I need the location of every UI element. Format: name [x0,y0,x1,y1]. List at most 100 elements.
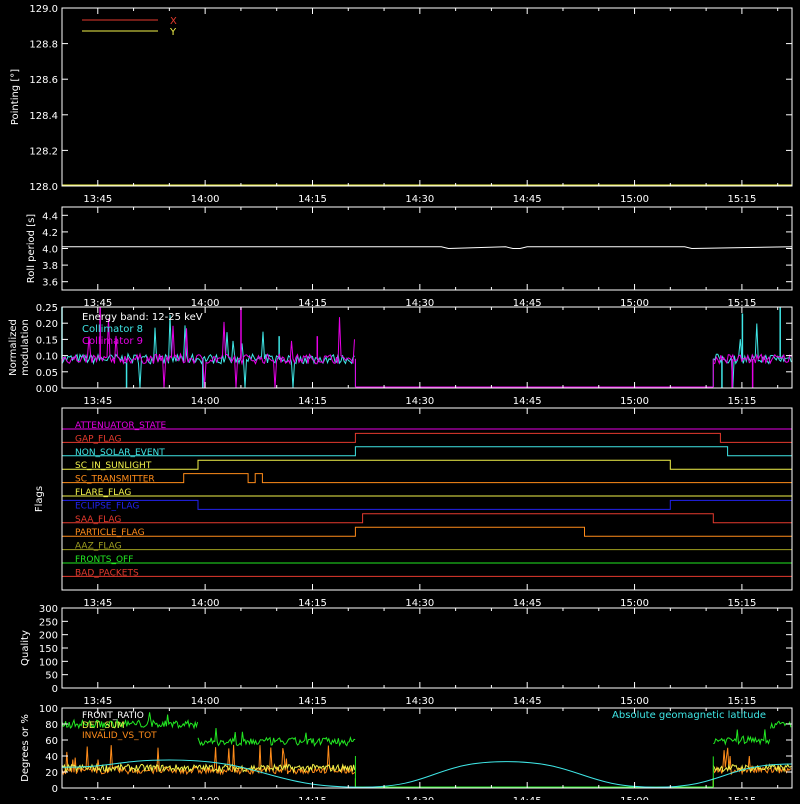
chart-svg: 13:45 14:00 14:15 14:30 14:45 15:00 15:15 128.0… [0,0,800,804]
chart-figure: 13:45 14:00 14:15 14:30 14:45 15:00 15:15 128.0… [0,0,800,804]
x-tick-label-modulation: 14:45 [513,396,542,407]
x-tick-label-flags: 14:45 [513,598,542,609]
y-tick-label-pointing: 128.8 [29,40,58,51]
y-tick-label-pointing: 128.6 [29,75,58,86]
y-axis-label-modulation-1: Normalized [8,319,19,376]
x-tick-label-ratios: 13:45 [83,796,112,800]
x-tick-label-roll_period: 15:00 [620,298,649,309]
legend-label-collimator-8: Collimator 8 [82,324,143,335]
y-tick-label-pointing: 128.2 [29,146,58,157]
x-tick-label-pointing: 13:45 [83,194,112,205]
y-tick-label-roll_period: 3.8 [42,261,58,272]
y-tick-label-ratios: 40 [45,752,58,763]
x-tick-label-pointing: 14:00 [191,194,220,205]
y-tick-label-modulation: 0.10 [36,352,58,363]
flag-label-saa-flag: SAA_FLAG [75,515,121,525]
x-tick-label-modulation: 14:15 [298,396,327,407]
y-tick-label-modulation: 0.05 [36,368,58,379]
flag-label-bad-packets: BAD_PACKETS [75,568,139,578]
y-axis-label-modulation-2: modulation [20,319,31,376]
legend-label-front-ratio: FRONT_RATIO [82,711,144,721]
legend-label-geomagnetic-latitude: Absolute geomagnetic latitude [612,710,766,721]
y-tick-label-ratios: 60 [45,736,58,747]
flag-label-eclipse-flag: ECLIPSE_FLAG [75,501,139,511]
flag-label-sc-transmitter: SC_TRANSMITTER [75,475,155,485]
y-tick-label-modulation: 0.20 [36,319,58,330]
y-tick-label-quality: 250 [39,617,58,628]
x-tick-label-roll_period: 15:15 [727,298,756,309]
x-tick-label-roll_period: 14:45 [513,298,542,309]
x-tick-label-quality: 14:30 [405,696,434,707]
y-tick-label-quality: 300 [39,604,58,615]
y-tick-label-ratios: 20 [45,768,58,779]
x-tick-label-pointing: 15:15 [727,194,756,205]
x-tick-label-quality: 14:45 [513,696,542,707]
x-tick-label-roll_period: 14:15 [298,298,327,309]
x-tick-label-quality: 13:45 [83,696,112,707]
x-tick-label-pointing: 14:45 [513,194,542,205]
x-tick-label-flags: 15:15 [727,598,756,609]
y-axis-label-flags: Flags [34,486,45,512]
y-tick-label-quality: 100 [39,657,58,668]
x-tick-label-modulation: 15:00 [620,396,649,407]
flag-label-non-solar-event: NON_SOLAR_EVENT [75,448,165,458]
flag-label-particle-flag: PARTICLE_FLAG [75,528,145,538]
flag-label-sc-in-sunlight: SC_IN_SUNLIGHT [75,461,152,471]
y-tick-label-quality: 150 [39,644,58,655]
y-tick-label-ratios: 0 [52,784,58,795]
x-tick-label-pointing: 14:30 [405,194,434,205]
x-tick-label-flags: 14:30 [405,598,434,609]
x-tick-label-flags: 14:00 [191,598,220,609]
flag-label-fronts-off: FRONTS_OFF [75,555,133,565]
y-tick-label-roll_period: 4.4 [42,211,58,222]
flag-label-attenuator-state: ATTENUATOR_STATE [75,421,167,431]
x-tick-label-quality: 14:00 [191,696,220,707]
y-tick-label-modulation: 0.25 [36,303,58,314]
y-tick-label-roll_period: 3.6 [42,278,58,289]
y-tick-label-quality: 50 [45,671,58,682]
y-tick-label-quality: 0 [52,684,58,695]
x-tick-label-quality: 15:00 [620,696,649,707]
x-tick-label-ratios: 14:00 [191,796,220,800]
legend-label-invalid-vs-tot: INVALID_VS_TOT [82,731,157,741]
y-tick-label-pointing: 128.0 [29,182,58,193]
x-tick-label-quality: 15:15 [727,696,756,707]
x-tick-label-pointing: 15:00 [620,194,649,205]
flag-label-flare-flag: FLARE_FLAG [75,488,131,498]
legend-label-y: Y [169,27,177,38]
x-tick-label-roll_period: 13:45 [83,298,112,309]
legend-label-collimator-9: Collimator 9 [82,336,143,347]
x-tick-label-ratios: 14:15 [298,796,327,800]
y-tick-label-modulation: 0.15 [36,335,58,346]
x-tick-label-roll_period: 14:00 [191,298,220,309]
x-tick-label-flags: 13:45 [83,598,112,609]
flag-label-aaz-flag: AAZ_FLAG [75,542,122,552]
x-tick-label-flags: 15:00 [620,598,649,609]
y-tick-label-roll_period: 4.0 [42,245,58,256]
y-tick-label-modulation: 0.00 [36,384,58,395]
x-tick-label-modulation: 15:15 [727,396,756,407]
flag-label-gap-flag: GAP_FLAG [75,434,121,444]
x-tick-label-modulation: 14:00 [191,396,220,407]
x-tick-label-ratios: 15:00 [620,796,649,800]
x-tick-label-roll_period: 14:30 [405,298,434,309]
y-tick-label-pointing: 129.0 [29,4,58,15]
y-axis-label-roll: Roll period [s] [26,214,37,283]
x-tick-label-modulation: 13:45 [83,396,112,407]
y-axis-label-pointing: Pointing [°] [10,69,21,125]
y-tick-label-ratios: 100 [39,704,58,715]
y-tick-label-quality: 200 [39,631,58,642]
x-tick-label-quality: 14:15 [298,696,327,707]
legend-label-det-sum: DET_SUM [82,721,125,731]
background [0,0,800,800]
y-axis-label-ratios: Degrees or % [20,714,31,782]
x-tick-label-pointing: 14:15 [298,194,327,205]
x-tick-label-ratios: 15:15 [727,796,756,800]
y-tick-label-ratios: 80 [45,720,58,731]
y-tick-label-pointing: 128.4 [29,111,58,122]
y-tick-label-roll_period: 4.2 [42,228,58,239]
y-axis-label-quality: Quality [20,630,31,666]
x-tick-label-ratios: 14:30 [405,796,434,800]
x-tick-label-flags: 14:15 [298,598,327,609]
legend-label-x: X [170,16,177,27]
